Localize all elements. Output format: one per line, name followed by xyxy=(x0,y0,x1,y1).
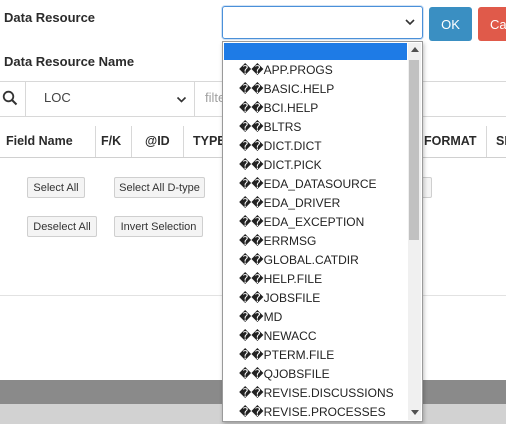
dropdown-option[interactable]: ��APP.PROGS xyxy=(239,61,333,80)
data-resource-name-label: Data Resource Name xyxy=(4,54,135,69)
dropdown-option[interactable]: ��EDA_DATASOURCE xyxy=(239,175,377,194)
select-all-button[interactable]: Select All xyxy=(27,177,85,198)
divider xyxy=(486,126,487,157)
dropdown-option[interactable]: ��JOBSFILE xyxy=(239,289,320,308)
search-icon[interactable] xyxy=(2,90,18,106)
dropdown-option[interactable]: ��MD xyxy=(239,308,282,327)
data-resource-dropdown-list[interactable]: ��APP.PROGS ��BASIC.HELP ��BCI.HELP ��BL… xyxy=(222,41,423,422)
column-header-format[interactable]: FORMAT xyxy=(424,134,477,148)
dropdown-option[interactable]: ��DICT.PICK xyxy=(239,156,322,175)
scroll-down-arrow-icon[interactable] xyxy=(411,410,419,415)
column-header-si[interactable]: SI xyxy=(496,134,506,148)
divider xyxy=(95,126,96,157)
chevron-down-icon xyxy=(176,96,187,103)
dropdown-option[interactable]: ��NEWACC xyxy=(239,327,317,346)
divider xyxy=(183,126,184,157)
column-header-type[interactable]: TYPE xyxy=(193,134,226,148)
dropdown-option[interactable]: ��REVISE.DISCUSSIONS xyxy=(239,384,394,403)
dropdown-option[interactable]: ��BASIC.HELP xyxy=(239,80,334,99)
dropdown-option-highlighted[interactable] xyxy=(224,43,407,60)
chevron-down-icon xyxy=(405,19,415,26)
data-resource-label: Data Resource xyxy=(4,10,96,25)
ok-button[interactable]: OK xyxy=(429,7,472,41)
column-header-field-name[interactable]: Field Name xyxy=(6,134,73,148)
dropdown-option[interactable]: ��ERRMSG xyxy=(239,232,316,251)
scroll-up-arrow-icon[interactable] xyxy=(411,47,419,52)
data-resource-select[interactable] xyxy=(222,6,423,39)
column-header-fk[interactable]: F/K xyxy=(101,134,121,148)
scrollbar-thumb[interactable] xyxy=(409,60,419,240)
column-select[interactable]: LOC xyxy=(44,90,71,105)
divider xyxy=(131,126,132,157)
dropdown-option[interactable]: ��HELP.FILE xyxy=(239,270,322,289)
dropdown-option[interactable]: ��EDA_EXCEPTION xyxy=(239,213,364,232)
dropdown-option[interactable]: ��REVISE.PROCESSES xyxy=(239,403,386,421)
dropdown-option[interactable]: ��DICT.DICT xyxy=(239,137,322,156)
dropdown-option[interactable]: ��BCI.HELP xyxy=(239,99,318,118)
dropdown-option[interactable]: ��QJOBSFILE xyxy=(239,365,330,384)
dropdown-option[interactable]: ��PTERM.FILE xyxy=(239,346,334,365)
deselect-all-button[interactable]: Deselect All xyxy=(27,216,97,237)
select-all-dtype-button[interactable]: Select All D-type xyxy=(114,177,205,198)
invert-selection-button[interactable]: Invert Selection xyxy=(114,216,203,237)
divider xyxy=(25,82,26,116)
dropdown-option[interactable]: ��BLTRS xyxy=(239,118,301,137)
dropdown-option[interactable]: ��GLOBAL.CATDIR xyxy=(239,251,359,270)
divider xyxy=(194,82,195,116)
column-header-id[interactable]: @ID xyxy=(145,134,170,148)
dropdown-option[interactable]: ��EDA_DRIVER xyxy=(239,194,340,213)
cancel-button[interactable]: Ca xyxy=(478,7,506,41)
